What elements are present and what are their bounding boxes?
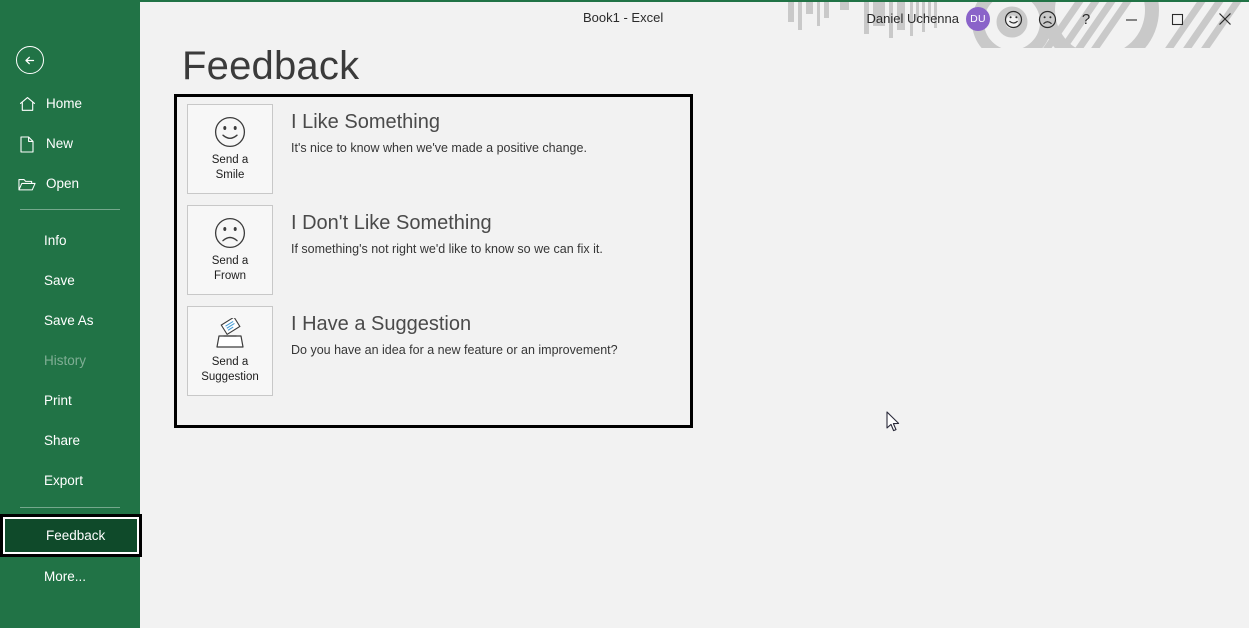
sidebar-divider-top — [20, 209, 120, 210]
close-icon — [1219, 13, 1231, 25]
sidebar-item-share[interactable]: Share — [0, 424, 140, 456]
send-a-frown-tile[interactable]: Send a Frown — [187, 205, 273, 295]
send-a-smile-tile[interactable]: Send a Smile — [187, 104, 273, 194]
sidebar-item-label: Open — [46, 176, 80, 192]
option-heading[interactable]: I Don't Like Something — [291, 210, 687, 236]
title-bar: Book1 - Excel Daniel Uchenna DU ? — [140, 2, 1249, 48]
question-mark-icon: ? — [1081, 10, 1091, 28]
document-title: Book1 - Excel — [583, 10, 664, 25]
smiley-face-icon — [213, 114, 247, 150]
feedback-options-panel: Send a Smile I Like Something It's nice … — [174, 94, 693, 428]
send-a-frown-button[interactable] — [1033, 6, 1061, 32]
send-a-smile-button[interactable] — [999, 6, 1027, 32]
minimize-button[interactable] — [1113, 6, 1149, 32]
suggestion-box-icon — [212, 316, 248, 352]
page-title: Feedback — [182, 44, 360, 88]
feedback-option-text: I Like Something It's nice to know when … — [291, 109, 687, 157]
back-arrow-icon — [24, 56, 34, 64]
mouse-cursor — [886, 411, 902, 438]
send-a-suggestion-tile[interactable]: Send a Suggestion — [187, 306, 273, 396]
option-heading[interactable]: I Like Something — [291, 109, 687, 135]
back-button[interactable] — [16, 46, 44, 74]
sidebar-item-label: Feedback — [3, 517, 139, 554]
avatar[interactable]: DU — [966, 7, 990, 31]
sidebar-item-save[interactable]: Save — [0, 264, 140, 296]
smiley-face-icon — [1004, 10, 1022, 28]
frowning-face-icon — [213, 215, 247, 251]
backstage-sidebar: Home New Open Info Save Save As History … — [0, 0, 142, 628]
sidebar-item-export[interactable]: Export — [0, 464, 140, 496]
account-name[interactable]: Daniel Uchenna — [866, 11, 959, 26]
open-folder-icon — [18, 175, 36, 193]
sidebar-item-history: History — [44, 352, 87, 368]
sidebar-item-home[interactable]: Home — [18, 90, 136, 118]
restore-button[interactable] — [1159, 6, 1195, 32]
option-heading[interactable]: I Have a Suggestion — [291, 311, 687, 337]
feedback-option-smile: Send a Smile I Like Something It's nice … — [187, 104, 687, 194]
feedback-option-text: I Have a Suggestion Do you have an idea … — [291, 311, 687, 359]
accent-top-rule — [140, 0, 1249, 2]
new-document-icon — [18, 135, 36, 153]
feedback-option-suggestion: Send a Suggestion I Have a Suggestion Do… — [187, 306, 687, 396]
excel-backstage-feedback-screen: Home New Open Info Save Save As History … — [0, 0, 1249, 628]
feedback-option-text: I Don't Like Something If something's no… — [291, 210, 687, 258]
restore-icon — [1171, 13, 1183, 25]
close-button[interactable] — [1207, 6, 1243, 32]
option-description: It's nice to know when we've made a posi… — [291, 141, 587, 155]
sidebar-item-save-as[interactable]: Save As — [0, 304, 140, 336]
option-description: Do you have an idea for a new feature or… — [291, 343, 618, 357]
home-icon — [18, 95, 36, 113]
sidebar-divider-bottom — [20, 507, 120, 508]
sidebar-item-feedback[interactable]: Feedback — [0, 514, 142, 557]
sidebar-item-label: Home — [46, 96, 83, 112]
option-description: If something's not right we'd like to kn… — [291, 242, 603, 256]
sidebar-item-open[interactable]: Open — [18, 170, 136, 198]
sidebar-item-label: New — [46, 136, 74, 152]
feedback-option-frown: Send a Frown I Don't Like Something If s… — [187, 205, 687, 295]
minimize-icon — [1125, 18, 1137, 21]
tile-caption: Send a Frown — [211, 255, 249, 282]
frowning-face-icon — [1038, 10, 1056, 28]
sidebar-item-print[interactable]: Print — [0, 384, 140, 416]
sidebar-item-more[interactable]: More... — [0, 560, 140, 592]
tile-caption: Send a Smile — [211, 154, 249, 181]
help-button[interactable]: ? — [1071, 6, 1101, 32]
sidebar-item-new[interactable]: New — [18, 130, 136, 158]
sidebar-item-info[interactable]: Info — [0, 224, 140, 256]
tile-caption: Send a Suggestion — [201, 356, 259, 383]
